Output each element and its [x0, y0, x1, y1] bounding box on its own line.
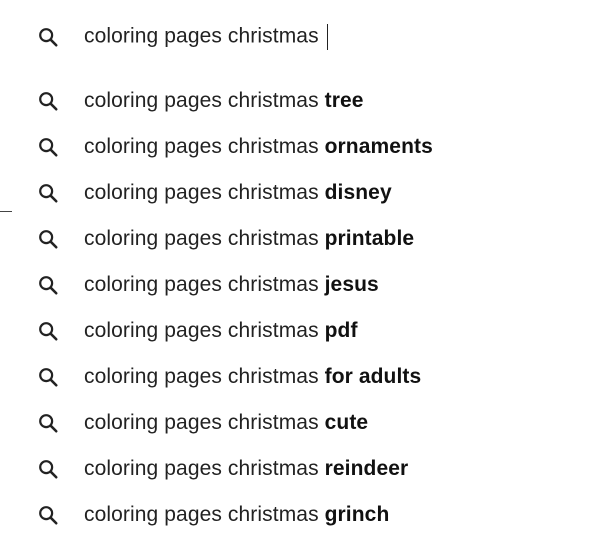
- suggestion-completion: cute: [324, 411, 369, 434]
- suggestion-item[interactable]: coloring pages christmas for adults: [0, 354, 589, 400]
- suggestion-prefix: coloring pages christmas: [84, 503, 319, 526]
- search-icon: [36, 273, 60, 297]
- search-icon: [36, 319, 60, 343]
- suggestion-completion: for adults: [324, 365, 422, 388]
- suggestion-completion: disney: [324, 181, 392, 204]
- text-cursor: [326, 24, 328, 50]
- suggestion-prefix: coloring pages christmas: [84, 135, 319, 158]
- suggestion-completion: ornaments: [324, 135, 433, 158]
- suggestion-text: coloring pages christmas disney: [84, 181, 392, 205]
- suggestion-prefix: coloring pages christmas: [84, 89, 319, 112]
- suggestion-text: coloring pages christmas for adults: [84, 365, 421, 389]
- suggestion-text: coloring pages christmas grinch: [84, 503, 389, 527]
- suggestion-item[interactable]: coloring pages christmas tree: [0, 78, 589, 124]
- suggestion-prefix: coloring pages christmas: [84, 319, 319, 342]
- suggestion-prefix: coloring pages christmas: [84, 411, 319, 434]
- search-icon[interactable]: [36, 25, 60, 49]
- suggestion-completion: pdf: [324, 319, 358, 342]
- suggestion-prefix: coloring pages christmas: [84, 457, 319, 480]
- suggestion-item[interactable]: coloring pages christmas jesus: [0, 262, 589, 308]
- suggestion-text: coloring pages christmas pdf: [84, 319, 358, 343]
- suggestion-item[interactable]: coloring pages christmas grinch: [0, 492, 589, 538]
- search-icon: [36, 457, 60, 481]
- search-bar[interactable]: coloring pages christmas: [0, 17, 589, 57]
- suggestion-item[interactable]: coloring pages christmas pdf: [0, 308, 589, 354]
- suggestion-text: coloring pages christmas reindeer: [84, 457, 408, 481]
- suggestion-prefix: coloring pages christmas: [84, 227, 319, 250]
- suggestion-text: coloring pages christmas printable: [84, 227, 414, 251]
- suggestion-prefix: coloring pages christmas: [84, 181, 319, 204]
- suggestion-list: coloring pages christmas tree coloring pa…: [0, 78, 589, 538]
- search-icon: [36, 503, 60, 527]
- suggestion-text: coloring pages christmas cute: [84, 411, 368, 435]
- suggestion-prefix: coloring pages christmas: [84, 273, 319, 296]
- suggestion-item[interactable]: coloring pages christmas disney: [0, 170, 589, 216]
- search-icon: [36, 227, 60, 251]
- search-icon: [36, 181, 60, 205]
- search-query-text: coloring pages christmas: [84, 24, 319, 48]
- search-icon: [36, 89, 60, 113]
- search-icon: [36, 365, 60, 389]
- suggestion-text: coloring pages christmas jesus: [84, 273, 379, 297]
- suggestion-completion: grinch: [324, 503, 390, 526]
- suggestion-item[interactable]: coloring pages christmas cute: [0, 400, 589, 446]
- search-input[interactable]: coloring pages christmas: [84, 24, 328, 50]
- suggestion-completion: tree: [324, 89, 364, 112]
- suggestion-completion: reindeer: [324, 457, 409, 480]
- suggestion-text: coloring pages christmas ornaments: [84, 135, 433, 159]
- suggestion-prefix: coloring pages christmas: [84, 365, 319, 388]
- suggestion-completion: printable: [324, 227, 415, 250]
- suggestion-item[interactable]: coloring pages christmas reindeer: [0, 446, 589, 492]
- suggestion-item[interactable]: coloring pages christmas ornaments: [0, 124, 589, 170]
- search-icon: [36, 411, 60, 435]
- suggestion-text: coloring pages christmas tree: [84, 89, 364, 113]
- suggestion-completion: jesus: [324, 273, 379, 296]
- search-icon: [36, 135, 60, 159]
- suggestion-item[interactable]: coloring pages christmas printable: [0, 216, 589, 262]
